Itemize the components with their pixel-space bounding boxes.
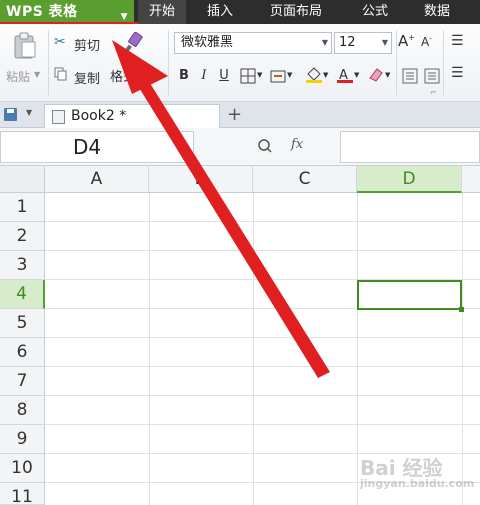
watermark-subtext: jingyan.baidu.com: [360, 477, 475, 490]
row-header-6[interactable]: 6: [0, 338, 45, 367]
font-name-select[interactable]: 微软雅黑 ▼: [174, 32, 332, 54]
chevron-down-icon: ▼: [34, 70, 41, 79]
fill-color-icon[interactable]: [305, 66, 323, 84]
menu-bar: WPS 表格 ▼ 开始 插入 页面布局 公式 数据: [0, 0, 480, 27]
fx-icon[interactable]: fx: [291, 137, 303, 152]
copy-label: 复制: [74, 72, 101, 87]
align-left-icon[interactable]: ☰: [451, 33, 464, 49]
row-header-8[interactable]: 8: [0, 396, 45, 425]
font-color-icon[interactable]: A: [336, 66, 354, 84]
bold-button[interactable]: B: [174, 66, 194, 86]
add-tab-icon[interactable]: +: [227, 104, 242, 126]
chevron-down-icon: ▼: [381, 38, 388, 47]
tab-formulas[interactable]: 公式: [362, 0, 388, 24]
copy-icon: [54, 67, 67, 81]
formula-bar: D4 ▼ fx: [0, 128, 480, 166]
tab-data[interactable]: 数据: [424, 0, 450, 24]
column-header-d[interactable]: D: [357, 166, 462, 193]
document-tab-bar: ▼ Book2 * +: [0, 102, 480, 128]
cut-label: 剪切: [74, 39, 101, 54]
copy-button[interactable]: 复制: [52, 64, 108, 87]
gridline: [357, 193, 358, 505]
app-menu-button[interactable]: WPS 表格 ▼: [0, 0, 134, 24]
column-header-c[interactable]: C: [253, 166, 357, 193]
tab-insert[interactable]: 插入: [207, 0, 233, 24]
tab-page-layout[interactable]: 页面布局: [270, 0, 322, 24]
column-header-e[interactable]: [462, 166, 480, 193]
clipboard-icon: [14, 32, 36, 59]
merge-cells-icon[interactable]: [270, 68, 286, 84]
row-header-11[interactable]: 11: [0, 483, 45, 505]
row-header-10[interactable]: 10: [0, 454, 45, 483]
row-header-5[interactable]: 5: [0, 309, 45, 338]
paste-button[interactable]: 粘贴 ▼: [4, 30, 44, 94]
selected-cell-d4[interactable]: [357, 280, 464, 312]
increase-font-size-icon[interactable]: A+: [398, 32, 415, 50]
ribbon-divider: [443, 30, 444, 96]
paste-label: 粘贴: [6, 70, 31, 84]
row-header-9[interactable]: 9: [0, 425, 45, 454]
gridline: [45, 337, 480, 338]
wrap-text-icon[interactable]: [424, 68, 440, 84]
scissors-icon: ✂: [54, 34, 66, 50]
group-expand-icon[interactable]: ⌐: [430, 88, 437, 97]
app-brand: WPS 表格: [6, 4, 78, 20]
select-all-corner[interactable]: [0, 166, 45, 193]
clear-format-icon[interactable]: [367, 66, 385, 84]
row-header-3[interactable]: 3: [0, 251, 45, 280]
gridline: [45, 366, 480, 367]
chevron-down-icon: ▼: [354, 71, 360, 79]
document-icon: [52, 110, 65, 124]
watermark: Bai 经验 jingyan.baidu.com: [360, 452, 474, 490]
chevron-down-icon[interactable]: ▼: [26, 108, 32, 117]
cut-button[interactable]: ✂ 剪切: [52, 32, 112, 54]
align-center-icon[interactable]: ☰: [451, 65, 464, 81]
gridline: [45, 424, 480, 425]
zoom-icon[interactable]: [257, 138, 273, 154]
decrease-font-size-icon[interactable]: A-: [421, 35, 432, 49]
format-painter-button[interactable]: 格式刷: [108, 30, 166, 90]
ribbon-divider: [168, 30, 169, 96]
ribbon-divider: [48, 30, 49, 96]
ribbon-divider: [396, 30, 397, 96]
name-box-value: D4: [72, 135, 102, 159]
font-size-value: 12: [339, 35, 356, 50]
row-header-1[interactable]: 1: [0, 193, 45, 222]
tab-home[interactable]: 开始: [138, 0, 186, 24]
chevron-down-icon: ▼: [287, 71, 293, 79]
row-header-4[interactable]: 4: [0, 280, 45, 309]
ribbon: 粘贴 ▼ ✂ 剪切 复制 格式刷 微软雅黑 ▼ 12 ▼ A+ A- ☰ ☰ B…: [0, 24, 480, 102]
chevron-down-icon: ▼: [323, 71, 329, 79]
format-painter-label: 格式刷: [110, 70, 150, 85]
chevron-down-icon: ▼: [321, 38, 328, 47]
gridline: [45, 395, 480, 396]
indent-icon[interactable]: [402, 68, 418, 84]
column-header-a[interactable]: A: [45, 166, 149, 193]
chevron-down-icon: ▼: [385, 71, 391, 79]
save-icon[interactable]: [4, 108, 17, 121]
italic-button[interactable]: I: [194, 66, 214, 86]
paintbrush-icon: [123, 32, 143, 55]
gridline: [45, 221, 480, 222]
document-tab[interactable]: Book2 *: [44, 104, 220, 128]
chevron-down-icon: ▼: [257, 71, 263, 79]
gridline: [45, 250, 480, 251]
borders-icon[interactable]: [240, 68, 256, 84]
document-tab-label: Book2 *: [71, 108, 127, 124]
underline-button[interactable]: U: [214, 66, 234, 86]
name-box[interactable]: D4 ▼: [0, 131, 194, 163]
gridline: [253, 193, 254, 505]
gridline: [149, 193, 150, 505]
row-header-2[interactable]: 2: [0, 222, 45, 251]
font-name-value: 微软雅黑: [181, 35, 234, 50]
row-header-7[interactable]: 7: [0, 367, 45, 396]
formula-input[interactable]: [340, 131, 480, 163]
column-header-b[interactable]: B: [149, 166, 253, 193]
font-size-select[interactable]: 12 ▼: [334, 32, 392, 54]
